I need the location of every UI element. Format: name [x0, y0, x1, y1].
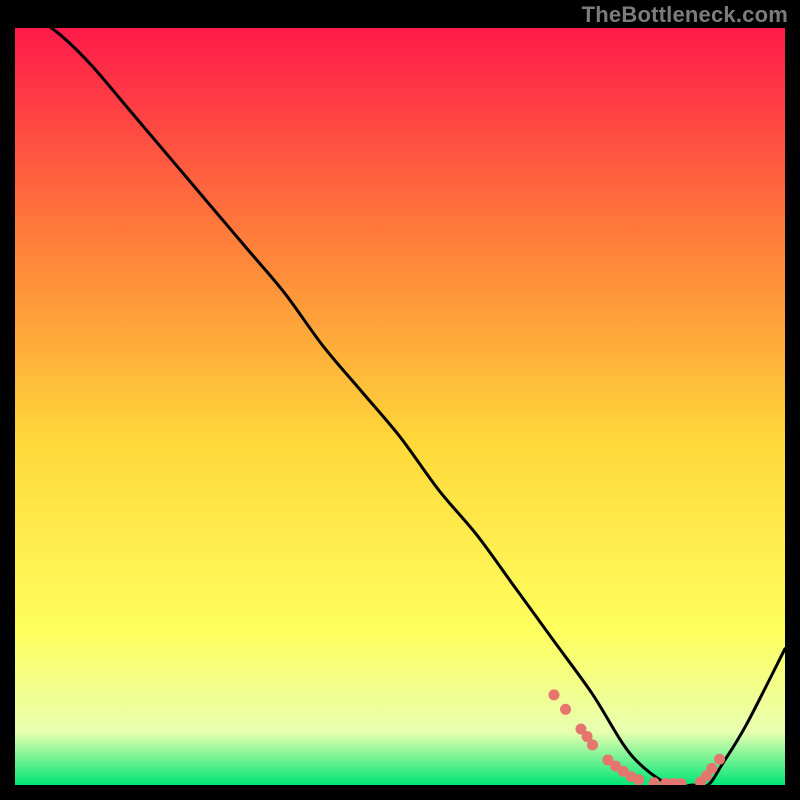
plot-area — [15, 28, 785, 785]
data-marker — [560, 704, 571, 715]
data-marker — [633, 774, 644, 785]
data-marker — [714, 754, 725, 765]
data-marker — [587, 739, 598, 750]
chart-frame: TheBottleneck.com — [0, 0, 800, 800]
chart-svg — [15, 28, 785, 785]
data-marker — [706, 763, 717, 774]
watermark-label: TheBottleneck.com — [582, 2, 788, 28]
data-marker — [549, 689, 560, 700]
gradient-background — [15, 28, 785, 785]
